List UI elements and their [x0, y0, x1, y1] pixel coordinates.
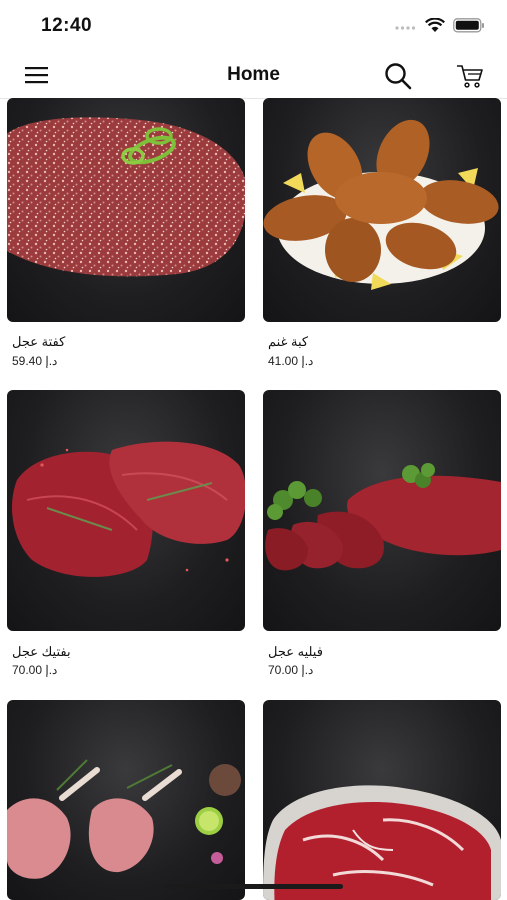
cart-button[interactable] [455, 62, 485, 90]
search-button[interactable] [383, 61, 413, 91]
product-card[interactable]: بفتيك عجل 70.00 د.إ [7, 390, 245, 680]
product-price-value: 41.00 [268, 354, 299, 368]
product-name: فيليه عجل [268, 644, 323, 659]
app-header: Home [0, 52, 507, 99]
hamburger-icon [25, 67, 48, 84]
product-price-value: 59.40 [12, 354, 43, 368]
status-icons [395, 17, 485, 38]
product-image [7, 700, 245, 900]
product-price: 70.00 د.إ [268, 663, 313, 677]
product-price-value: 70.00 [268, 663, 299, 677]
product-image [7, 98, 245, 322]
product-currency: د.إ [301, 663, 314, 677]
product-card[interactable]: فيليه عجل 70.00 د.إ [263, 390, 501, 680]
battery-icon [453, 18, 485, 38]
product-image [7, 390, 245, 631]
product-card[interactable]: كفتة عجل 59.40 د.إ [7, 98, 245, 378]
product-name: بفتيك عجل [12, 644, 71, 659]
wifi-icon [425, 17, 445, 38]
product-image [263, 390, 501, 631]
product-card[interactable] [263, 700, 501, 900]
home-indicator [165, 884, 343, 889]
product-card[interactable]: كبة غنم 41.00 د.إ [263, 98, 501, 378]
product-grid: كفتة عجل 59.40 د.إ كبة غنم 41.00 د.إ بفت… [0, 98, 507, 900]
product-image [263, 98, 501, 322]
product-name: كبة غنم [268, 334, 309, 349]
page-title: Home [227, 64, 280, 85]
status-time: 12:40 [41, 15, 93, 36]
product-currency: د.إ [45, 663, 58, 677]
signal-icon [395, 19, 417, 37]
product-price: 59.40 د.إ [12, 354, 57, 368]
cart-icon [457, 65, 483, 88]
product-price: 41.00 د.إ [268, 354, 313, 368]
search-icon [385, 63, 412, 90]
product-currency: د.إ [301, 354, 314, 368]
product-image [263, 700, 501, 900]
product-price-value: 70.00 [12, 663, 43, 677]
menu-button[interactable] [24, 64, 50, 86]
product-name: كفتة عجل [12, 334, 66, 349]
product-currency: د.إ [45, 354, 58, 368]
product-price: 70.00 د.إ [12, 663, 57, 677]
status-bar: 12:40 [0, 0, 507, 52]
product-card[interactable] [7, 700, 245, 900]
